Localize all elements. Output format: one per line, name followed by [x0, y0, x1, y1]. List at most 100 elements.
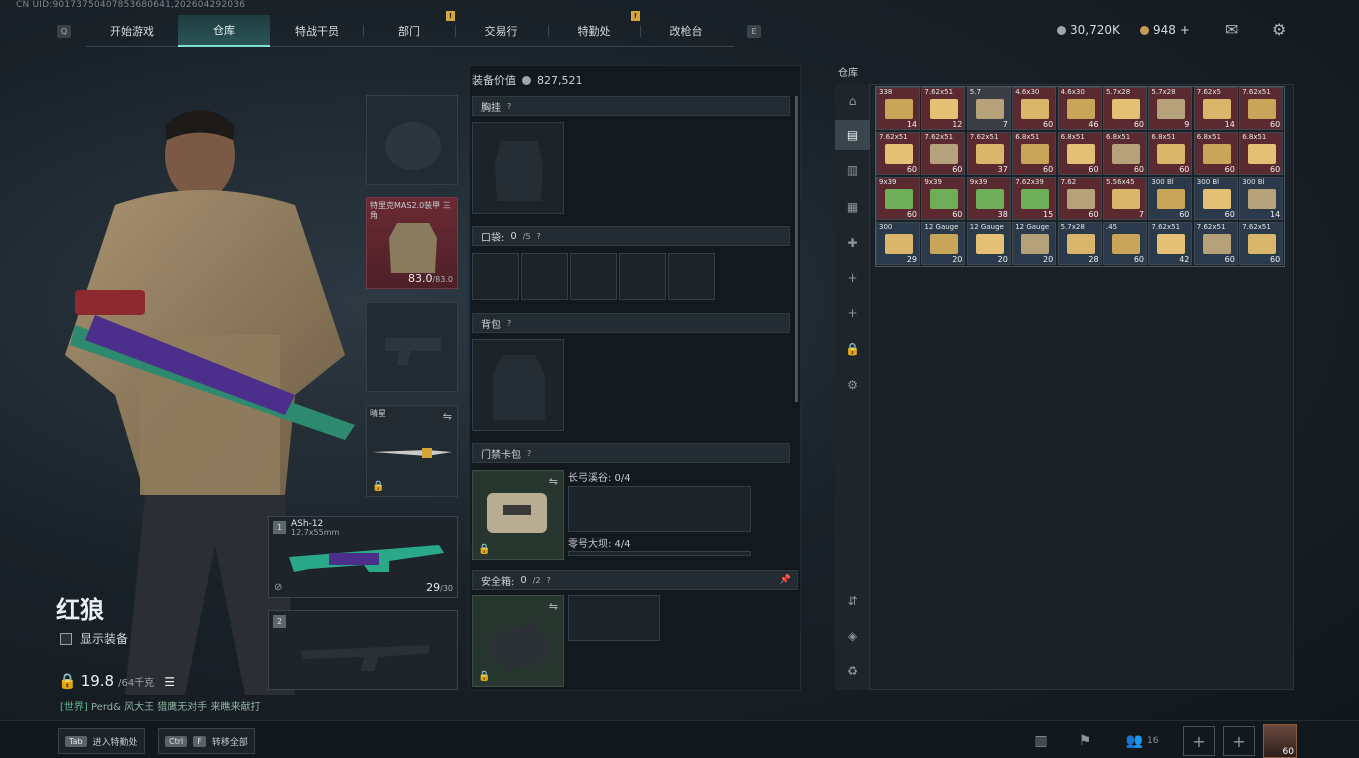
warehouse-item[interactable]: 6.8x51 60 [1148, 132, 1193, 175]
show-equipment-toggle[interactable]: 显示装备 [60, 630, 128, 647]
recycle-icon[interactable]: ♻ [835, 656, 870, 686]
tab-gunsmith[interactable]: 改枪台 [640, 15, 732, 47]
warehouse-item[interactable]: 6.8x51 60 [1012, 132, 1057, 175]
warehouse-item[interactable]: 7.62x51 37 [966, 132, 1011, 175]
pocket-slot[interactable] [570, 253, 617, 300]
storage-filter-icon[interactable]: ▤ [835, 120, 870, 150]
warehouse-item[interactable]: 9x39 38 [966, 177, 1011, 220]
stats-icon[interactable]: ▥ [1023, 727, 1059, 755]
safe-box-slot[interactable]: ⇋ 🔒 [472, 595, 564, 687]
list-icon[interactable]: ☰ [164, 675, 175, 689]
warehouse-item[interactable]: 9x39 60 [921, 177, 966, 220]
secondary-weapon-slot[interactable]: 2 [268, 610, 458, 690]
safe-box-grid[interactable] [568, 595, 660, 641]
layers-icon[interactable]: ◈ [835, 621, 870, 651]
gear-icon[interactable]: ⚙ [1272, 20, 1286, 39]
warehouse-item[interactable]: 7.62x5 14 [1193, 87, 1238, 130]
warehouse-item[interactable]: .45 60 [1103, 222, 1147, 265]
warehouse-item[interactable]: 4.6x30 60 [1012, 87, 1057, 130]
warehouse-item[interactable]: 5.7x28 60 [1103, 87, 1147, 130]
warehouse-item[interactable]: 9x39 60 [876, 177, 920, 220]
helmet-slot[interactable] [366, 95, 458, 185]
primary-weapon-slot[interactable]: 1 ASh-12 12.7x55mm ⊘ 29/30 [268, 516, 458, 598]
help-icon[interactable]: ? [527, 449, 531, 458]
flag-icon[interactable]: ⚑ [1067, 727, 1103, 755]
warehouse-item[interactable]: 5.7 7 [966, 87, 1011, 130]
help-icon[interactable]: ? [507, 319, 511, 328]
warehouse-item[interactable]: 6.8x51 60 [1239, 132, 1284, 175]
warehouse-item[interactable]: 7.62 60 [1057, 177, 1102, 220]
friends-button[interactable]: 👥 16 [1120, 727, 1164, 755]
pocket-slot[interactable] [619, 253, 666, 300]
keycard-grid-dam[interactable] [568, 551, 751, 556]
lock-icon[interactable]: 🔒 [835, 334, 870, 364]
show-equipment-checkbox[interactable] [60, 632, 72, 645]
medic-filter-icon[interactable]: ✚ [835, 228, 870, 258]
scrollbar[interactable] [795, 96, 798, 402]
warehouse-item[interactable]: 300 Bl 60 [1148, 177, 1193, 220]
warehouse-item[interactable]: 12 Gauge 20 [1012, 222, 1057, 265]
tab-warehouse[interactable]: 仓库 [178, 15, 270, 47]
invite-slot-button[interactable]: + [1183, 726, 1215, 756]
backpack-slot[interactable] [472, 339, 564, 431]
warehouse-item[interactable]: 4.6x30 46 [1057, 87, 1102, 130]
warehouse-item[interactable]: 7.62x51 42 [1148, 222, 1193, 265]
enter-special-ops-button[interactable]: Tab 进入特勤处 [58, 728, 145, 754]
warehouse-item[interactable]: 5.56x45 7 [1103, 177, 1147, 220]
melee-slot[interactable]: 晴星 ⇋ 🔒 [366, 405, 458, 497]
pin-icon[interactable]: 📌 [780, 575, 791, 585]
warehouse-item[interactable]: 6.8x51 60 [1193, 132, 1238, 175]
transfer-all-button[interactable]: Ctrl F 转移全部 [158, 728, 255, 754]
warehouse-item[interactable]: 300 29 [876, 222, 920, 265]
helmet-filter-icon[interactable]: ⌂ [835, 86, 870, 116]
item-name: 7.62x51 [1242, 223, 1271, 231]
mail-icon[interactable]: ✉ [1225, 20, 1238, 39]
warehouse-item[interactable]: 7.62x51 60 [921, 132, 966, 175]
warehouse-item[interactable]: 7.62x51 12 [921, 87, 966, 130]
tab-operators[interactable]: 特战干员 [271, 15, 363, 47]
chest-rig-slot[interactable] [472, 122, 564, 214]
help-icon[interactable]: ? [547, 576, 551, 585]
item-name: 6.8x51 [1106, 133, 1131, 141]
warehouse-item[interactable]: 12 Gauge 20 [966, 222, 1011, 265]
keycard-grid-longbow[interactable] [568, 486, 751, 532]
tab-special-ops[interactable]: 特勤处 [548, 15, 640, 47]
pocket-slot[interactable] [668, 253, 715, 300]
avatar[interactable]: 60 [1263, 724, 1297, 758]
item-name: 7.62x51 [1196, 223, 1226, 231]
warehouse-item[interactable]: 6.8x51 60 [1057, 132, 1102, 175]
warehouse-item[interactable]: 7.62x51 60 [1239, 222, 1284, 265]
warehouse-item[interactable]: 338 14 [876, 87, 920, 130]
pocket-slot[interactable] [521, 253, 568, 300]
keycard-case-slot[interactable]: ⇋ 🔒 [472, 470, 564, 560]
keycard-label-dam: 零号大坝: 4/4 [568, 539, 631, 550]
stash-filter-icon[interactable]: ▥ [835, 155, 870, 185]
help-icon[interactable]: ? [507, 102, 511, 111]
gear-icon[interactable]: ⚙ [835, 370, 870, 400]
chat-line[interactable]: [世界] Perd& 风大王 猎鹰无对手 来瞧来献打 [60, 698, 260, 713]
tab-trading[interactable]: 交易行 [455, 15, 547, 47]
tab-start-game[interactable]: 开始游戏 [86, 15, 178, 47]
armor-slot[interactable]: 特里克MAS2.0装甲 三角 83.0/83.0 [366, 197, 458, 289]
tab-department[interactable]: 部门 [363, 15, 455, 47]
warehouse-item[interactable]: 12 Gauge 20 [921, 222, 966, 265]
warehouse-item[interactable]: 6.8x51 60 [1103, 132, 1147, 175]
warehouse-item[interactable]: 7.62x51 60 [1239, 87, 1284, 130]
warehouse-item[interactable]: 7.62x51 60 [1193, 222, 1238, 265]
add-currency-button[interactable]: + [1180, 23, 1190, 37]
warehouse-item[interactable]: 5.7x28 9 [1148, 87, 1193, 130]
warehouse-item[interactable]: 300 Bl 60 [1193, 177, 1238, 220]
help-icon[interactable]: ? [537, 232, 541, 241]
warehouse-item[interactable]: 5.7x28 28 [1057, 222, 1102, 265]
pistol-slot[interactable] [366, 302, 458, 392]
warehouse-item[interactable]: 7.62x51 60 [876, 132, 920, 175]
weapon-ammo: 29/30 [426, 581, 453, 594]
pocket-slot[interactable] [472, 253, 519, 300]
item-name: 300 Bl [1196, 178, 1220, 186]
invite-slot-button[interactable]: + [1223, 726, 1255, 756]
warehouse-item[interactable]: 7.62x39 15 [1012, 177, 1057, 220]
warehouse-item[interactable]: 300 Bl 14 [1239, 177, 1284, 220]
add-storage-button[interactable]: + [835, 263, 870, 293]
map-filter-icon[interactable]: ▦ [835, 192, 870, 222]
sort-icon[interactable]: ⇵ [835, 586, 870, 616]
